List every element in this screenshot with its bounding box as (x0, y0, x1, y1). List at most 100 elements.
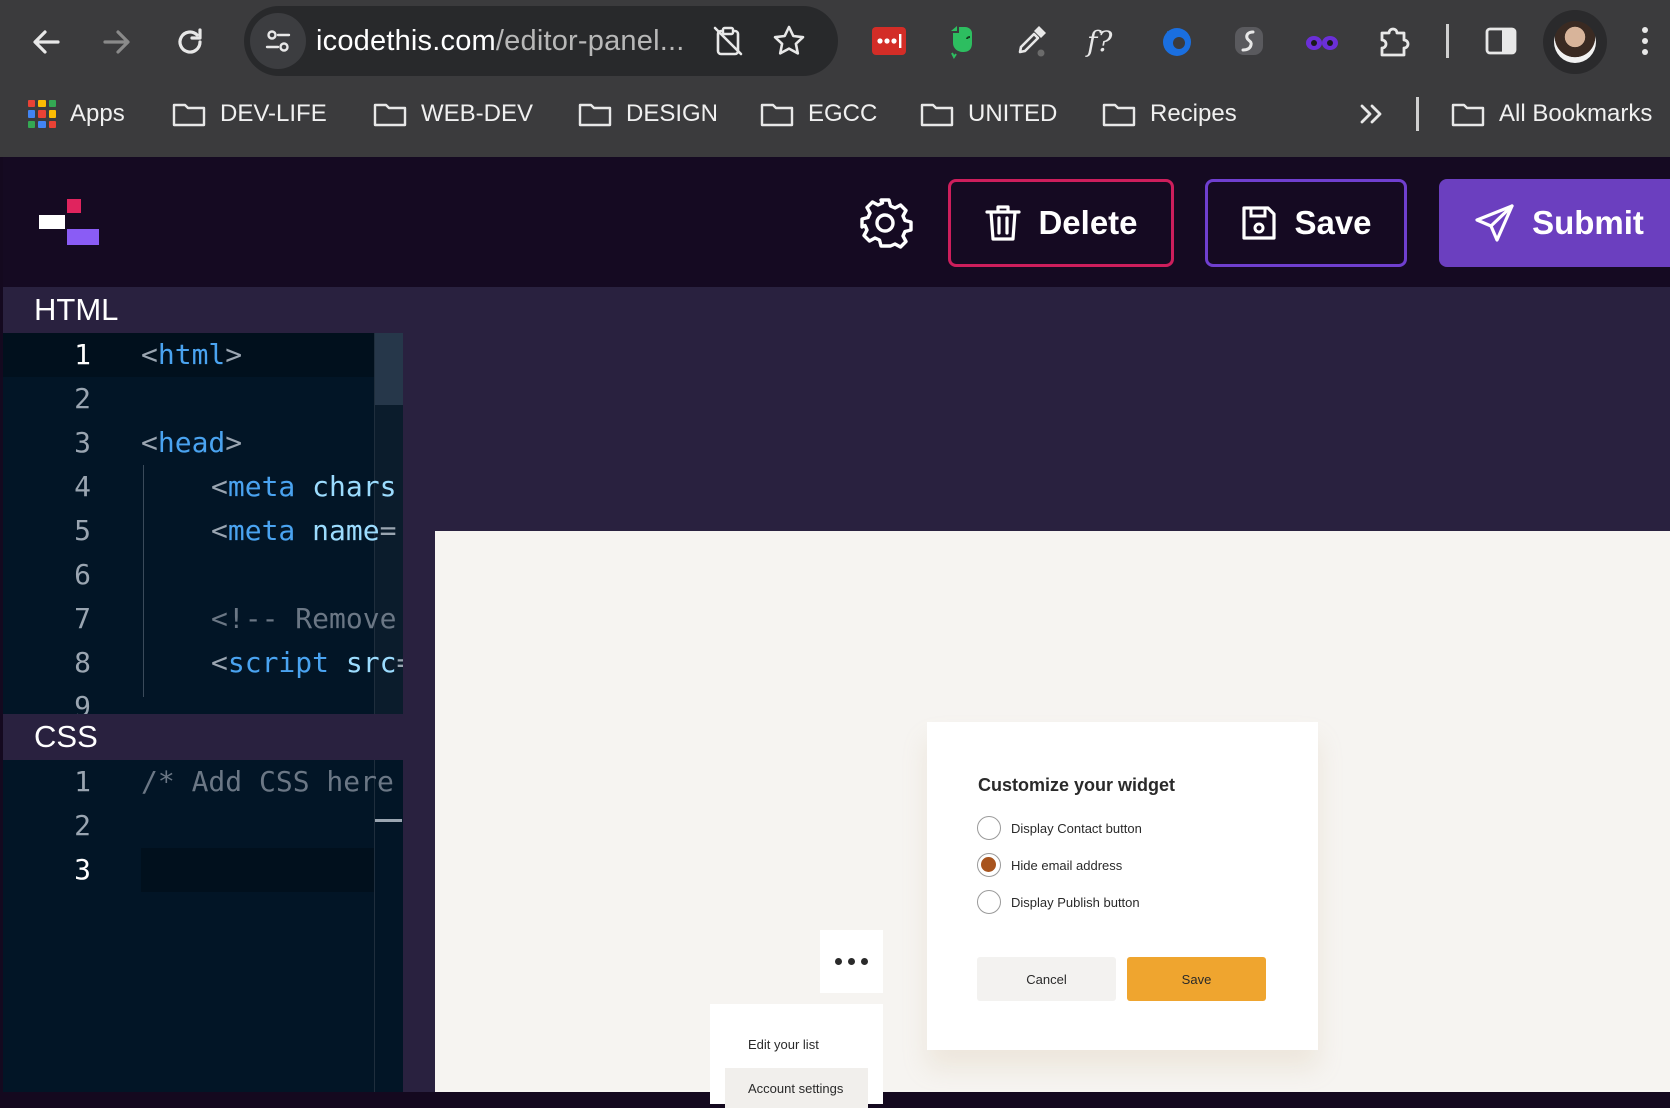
radio-button-checked[interactable] (977, 853, 1001, 877)
delete-label: Delete (1038, 204, 1138, 241)
folder-icon (172, 103, 206, 127)
double-chevron-right-icon (1360, 104, 1382, 124)
line-number: 1 (74, 338, 91, 371)
folder-icon (1451, 103, 1485, 127)
option-label: Display Publish button (1011, 894, 1140, 910)
url-text[interactable]: icodethis.com/editor-panel... (316, 25, 685, 58)
eyes-extension[interactable] (1299, 18, 1345, 64)
code-line: 2 (3, 809, 403, 853)
reload-icon (178, 28, 202, 54)
code-line: 7 <!-- Remove (3, 602, 403, 646)
url-path: /editor-panel... (495, 25, 685, 57)
extensions-button[interactable] (1371, 18, 1417, 64)
radio-button[interactable] (977, 816, 1001, 840)
bookmark-folder-design[interactable]: DESIGN (578, 90, 718, 138)
all-bookmarks-folder[interactable]: All Bookmarks (1451, 90, 1652, 138)
bookmark-label: DEV-LIFE (220, 100, 327, 127)
side-panel-button[interactable] (1478, 18, 1524, 64)
reload-button[interactable] (162, 14, 218, 70)
icodethis-logo[interactable] (39, 199, 101, 247)
eyes-extension-icon (1306, 36, 1338, 50)
browser-chrome: icodethis.com/editor-panel... f? Apps DE… (0, 0, 1670, 157)
code-line: 1 /* Add CSS here (3, 765, 403, 809)
floppy-disk-icon (1242, 206, 1277, 240)
editor-app: Delete Save Submit HTML 1 <html> 2 3 <head… (3, 157, 1670, 1108)
bookmarks-separator (1416, 97, 1419, 131)
apps-grid-icon (28, 100, 56, 128)
line-number: 6 (74, 558, 91, 591)
option-display-contact[interactable]: Display Contact button (977, 816, 1142, 840)
folder-icon (920, 103, 954, 127)
option-display-publish[interactable]: Display Publish button (977, 890, 1140, 914)
settings-gear-icon[interactable] (857, 195, 913, 251)
code-line: 5 <meta name= (3, 514, 403, 558)
menu-item-account-settings[interactable]: Account settings (748, 1081, 843, 1096)
delete-button[interactable]: Delete (948, 179, 1174, 267)
css-code-editor[interactable]: 1 /* Add CSS here 2 3 (3, 760, 403, 1092)
folder-icon (760, 103, 794, 127)
save-button[interactable]: Save (1205, 179, 1407, 267)
code-text: /* Add CSS here (141, 765, 394, 798)
color-picker-icon (1018, 26, 1046, 57)
dot-icon (861, 958, 868, 965)
widget-save-button[interactable]: Save (1127, 957, 1266, 1001)
address-bar[interactable]: icodethis.com/editor-panel... (244, 6, 838, 76)
avatar-photo (1554, 21, 1596, 63)
no-clipboard-button[interactable] (706, 19, 750, 63)
bookmark-folder-dev-life[interactable]: DEV-LIFE (172, 90, 327, 138)
bookmarks-bar: Apps DEV-LIFE WEB-DEV DESIGN EGCC UNITED… (0, 90, 1670, 138)
folder-icon (373, 103, 407, 127)
code-line: 2 (3, 382, 403, 426)
live-preview: Edit your list Account settings Customiz… (435, 531, 1670, 1108)
evernote-extension[interactable] (938, 18, 984, 64)
widget-cancel-button[interactable]: Cancel (977, 957, 1116, 1001)
bookmark-label: UNITED (968, 100, 1058, 127)
code-line: 6 (3, 558, 403, 602)
option-hide-email[interactable]: Hide email address (977, 853, 1122, 877)
font-identifier-extension[interactable]: f? (1082, 18, 1128, 64)
dot-icon (848, 958, 855, 965)
radio-button[interactable] (977, 890, 1001, 914)
lastpass-extension[interactable] (866, 18, 912, 64)
star-icon (773, 25, 805, 55)
evernote-icon (951, 26, 972, 59)
browser-menu-button[interactable] (1622, 18, 1668, 64)
widget-title: Customize your widget (978, 775, 1176, 795)
bookmark-label: DESIGN (626, 100, 719, 127)
color-picker-extension[interactable] (1008, 18, 1054, 64)
bookmark-folder-egcc[interactable]: EGCC (760, 90, 877, 138)
bookmark-apps[interactable]: Apps (28, 90, 125, 138)
line-number: 2 (74, 382, 91, 415)
profile-avatar[interactable] (1543, 10, 1607, 74)
code-text: <meta chars (211, 470, 397, 503)
submit-button[interactable]: Submit (1439, 179, 1670, 267)
line-number: 4 (74, 470, 91, 503)
code-line: 1 <html> (3, 338, 403, 382)
bookmark-folder-recipes[interactable]: Recipes (1102, 90, 1237, 138)
site-settings-button[interactable] (250, 13, 306, 69)
url-host: icodethis.com (316, 25, 496, 57)
save-label: Save (1294, 204, 1372, 241)
arrow-left-icon (33, 30, 60, 54)
bookmark-star-button[interactable] (767, 19, 811, 63)
bitwarden-extension[interactable] (1154, 18, 1200, 64)
puzzle-extensions-icon (1380, 27, 1410, 57)
all-bookmarks-label: All Bookmarks (1499, 100, 1653, 127)
forward-button[interactable] (89, 14, 145, 70)
html-code-editor[interactable]: 1 <html> 2 3 <head> 4 <meta chars 5 <meta na… (3, 333, 403, 714)
side-panel-icon (1485, 27, 1517, 55)
options-dropdown: Edit your list Account settings (710, 1004, 883, 1108)
bookmark-folder-web-dev[interactable]: WEB-DEV (373, 90, 533, 138)
surfshark-extension[interactable] (1226, 18, 1272, 64)
menu-item-edit-list[interactable]: Edit your list (748, 1037, 819, 1052)
bitwarden-icon (1163, 28, 1191, 56)
option-label: Hide email address (1011, 857, 1123, 873)
back-button[interactable] (18, 14, 74, 70)
bookmarks-overflow-button[interactable] (1358, 90, 1384, 138)
bookmark-label: Recipes (1150, 100, 1237, 127)
bookmark-folder-united[interactable]: UNITED (920, 90, 1057, 138)
widget-card: Customize your widget Display Contact bu… (927, 722, 1318, 1050)
tune-icon (265, 30, 291, 52)
more-options-button[interactable] (820, 930, 883, 993)
bookmark-label: WEB-DEV (421, 100, 534, 127)
